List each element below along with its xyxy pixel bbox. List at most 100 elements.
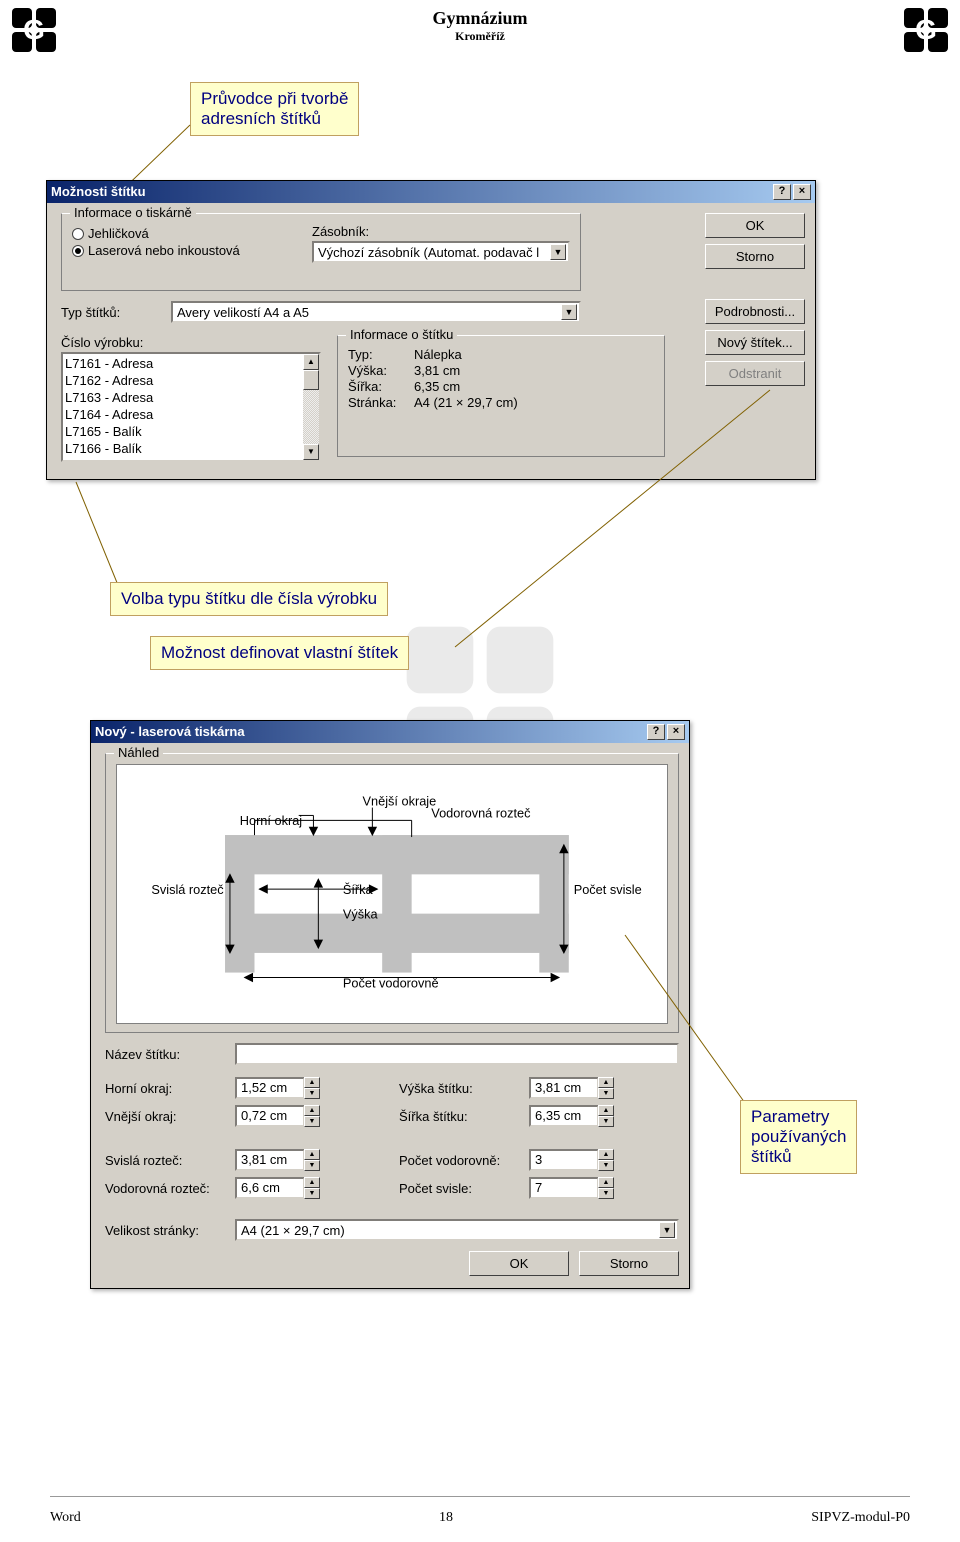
new-label-button[interactable]: Nový štítek...: [705, 330, 805, 355]
page-header: Gymnázium Kroměříž: [0, 0, 960, 44]
field-side-margin: Vnější okraj: 0,72 cm▲▼: [105, 1105, 385, 1127]
help-button[interactable]: ?: [773, 184, 791, 200]
ok-button[interactable]: OK: [705, 213, 805, 238]
svg-text:Vnější okraje: Vnější okraje: [363, 794, 437, 809]
list-item[interactable]: L7161 - Adresa: [65, 355, 301, 372]
page-title: Gymnázium: [0, 8, 960, 29]
callout-wizard: Průvodce při tvorbě adresních štítků: [190, 82, 359, 136]
page-size-combo[interactable]: A4 (21 × 29,7 cm) ▼: [235, 1219, 679, 1241]
product-list-items: L7161 - AdresaL7162 - AdresaL7163 - Adre…: [63, 354, 303, 460]
radio-icon: [72, 228, 84, 240]
info-row-height: Výška:3,81 cm: [348, 363, 654, 378]
label-preview-diagram: Vnější okraje Horní okraj Vodorovná rozt…: [116, 764, 668, 1024]
spin-down-icon[interactable]: ▼: [598, 1160, 614, 1171]
delete-button: Odstranit: [705, 361, 805, 386]
lheight-spinner[interactable]: 3,81 cm▲▼: [529, 1077, 614, 1099]
radio-laser[interactable]: Laserová nebo inkoustová: [72, 243, 282, 258]
close-button[interactable]: ×: [793, 184, 811, 200]
cancel-button[interactable]: Storno: [579, 1251, 679, 1276]
hpitch-spinner[interactable]: 6,6 cm▲▼: [235, 1177, 320, 1199]
field-h-pitch: Vodorovná rozteč: 6,6 cm▲▼: [105, 1177, 385, 1199]
new-label-dialog: Nový - laserová tiskárna ? × document.cu…: [90, 720, 690, 1289]
callout-parameters: Parametry používaných štítků: [740, 1100, 857, 1174]
spin-up-icon[interactable]: ▲: [304, 1177, 320, 1188]
scroll-track[interactable]: [303, 370, 319, 444]
spin-down-icon[interactable]: ▼: [304, 1088, 320, 1099]
spin-down-icon[interactable]: ▼: [304, 1188, 320, 1199]
ok-button[interactable]: OK: [469, 1251, 569, 1276]
school-logo-left: G: [10, 6, 58, 54]
spin-down-icon[interactable]: ▼: [304, 1160, 320, 1171]
svg-text:Svislá rozteč: Svislá rozteč: [151, 882, 224, 897]
details-button[interactable]: Podrobnosti...: [705, 299, 805, 324]
info-row-width: Šířka:6,35 cm: [348, 379, 654, 394]
field-num-across: Počet vodorovně: 3▲▼: [399, 1149, 679, 1171]
list-item[interactable]: L7163 - Adresa: [65, 389, 301, 406]
chevron-down-icon[interactable]: ▼: [561, 304, 577, 320]
printer-info-group: document.currentScript.parentElement.set…: [61, 213, 581, 291]
spin-down-icon[interactable]: ▼: [598, 1088, 614, 1099]
num-across-spinner[interactable]: 3▲▼: [529, 1149, 614, 1171]
spin-up-icon[interactable]: ▲: [304, 1105, 320, 1116]
page-footer: Word 18 SIPVZ-modul-P0: [0, 1510, 960, 1526]
num-down-spinner[interactable]: 7▲▼: [529, 1177, 614, 1199]
scroll-down-icon[interactable]: ▼: [303, 444, 319, 460]
scroll-thumb[interactable]: [303, 370, 319, 390]
scrollbar[interactable]: ▲ ▼: [303, 354, 319, 460]
vpitch-spinner[interactable]: 3,81 cm▲▼: [235, 1149, 320, 1171]
svg-text:Počet svisle: Počet svisle: [574, 882, 642, 897]
tray-combo[interactable]: Výchozí zásobník (Automat. podavač l ▼: [312, 241, 570, 263]
list-item[interactable]: L7165 - Balík: [65, 423, 301, 440]
spin-up-icon[interactable]: ▲: [304, 1077, 320, 1088]
svg-text:Výška: Výška: [343, 907, 379, 922]
field-page-size: Velikost stránky: A4 (21 × 29,7 cm) ▼: [105, 1219, 679, 1241]
lwidth-spinner[interactable]: 6,35 cm▲▼: [529, 1105, 614, 1127]
label-type-label: Typ štítků:: [61, 305, 151, 320]
spin-up-icon[interactable]: ▲: [598, 1149, 614, 1160]
spin-down-icon[interactable]: ▼: [598, 1188, 614, 1199]
label-type-combo[interactable]: Avery velikostí A4 a A5 ▼: [171, 301, 581, 323]
svg-text:Vodorovná rozteč: Vodorovná rozteč: [431, 805, 531, 820]
spin-up-icon[interactable]: ▲: [598, 1077, 614, 1088]
field-label-width: Šířka štítku: 6,35 cm▲▼: [399, 1105, 679, 1127]
field-num-down: Počet svisle: 7▲▼: [399, 1177, 679, 1199]
footer-right: SIPVZ-modul-P0: [811, 1510, 910, 1526]
callout-product-choice: Volba typu štítku dle čísla výrobku: [110, 582, 388, 616]
field-label-height: Výška štítku: 3,81 cm▲▼: [399, 1077, 679, 1099]
school-logo-right: G: [902, 6, 950, 54]
info-row-page: Stránka:A4 (21 × 29,7 cm): [348, 395, 654, 410]
chevron-down-icon[interactable]: ▼: [550, 244, 566, 260]
cancel-button[interactable]: Storno: [705, 244, 805, 269]
spin-up-icon[interactable]: ▲: [598, 1177, 614, 1188]
name-input[interactable]: [235, 1043, 679, 1065]
field-top-margin: Horní okraj: 1,52 cm▲▼: [105, 1077, 385, 1099]
label-type-value: Avery velikostí A4 a A5: [177, 305, 309, 320]
scroll-up-icon[interactable]: ▲: [303, 354, 319, 370]
list-item[interactable]: L7166 - Balík: [65, 440, 301, 457]
label-info-group: document.currentScript.parentElement.set…: [337, 335, 665, 457]
footer-left: Word: [50, 1510, 81, 1526]
page-subtitle: Kroměříž: [0, 29, 960, 44]
spin-down-icon[interactable]: ▼: [304, 1116, 320, 1127]
top-margin-spinner[interactable]: 1,52 cm▲▼: [235, 1077, 320, 1099]
spin-down-icon[interactable]: ▼: [598, 1116, 614, 1127]
radio-icon-selected: [72, 245, 84, 257]
dialog-titlebar[interactable]: Možnosti štítku ? ×: [47, 181, 815, 203]
list-item[interactable]: L7162 - Adresa: [65, 372, 301, 389]
callout-custom-label: Možnost definovat vlastní štítek: [150, 636, 409, 670]
svg-text:G: G: [915, 14, 937, 45]
help-button[interactable]: ?: [647, 724, 665, 740]
spin-up-icon[interactable]: ▲: [304, 1149, 320, 1160]
footer-rule: [50, 1496, 910, 1497]
dialog-titlebar[interactable]: Nový - laserová tiskárna ? ×: [91, 721, 689, 743]
tray-label: Zásobník:: [312, 224, 570, 239]
info-row-type: Typ:Nálepka: [348, 347, 654, 362]
chevron-down-icon[interactable]: ▼: [659, 1222, 675, 1238]
side-margin-spinner[interactable]: 0,72 cm▲▼: [235, 1105, 320, 1127]
radio-dot-matrix[interactable]: Jehličková: [72, 226, 282, 241]
close-button[interactable]: ×: [667, 724, 685, 740]
product-listbox[interactable]: L7161 - AdresaL7162 - AdresaL7163 - Adre…: [61, 352, 321, 462]
list-item[interactable]: L7164 - Adresa: [65, 406, 301, 423]
footer-center: 18: [439, 1510, 453, 1526]
spin-up-icon[interactable]: ▲: [598, 1105, 614, 1116]
